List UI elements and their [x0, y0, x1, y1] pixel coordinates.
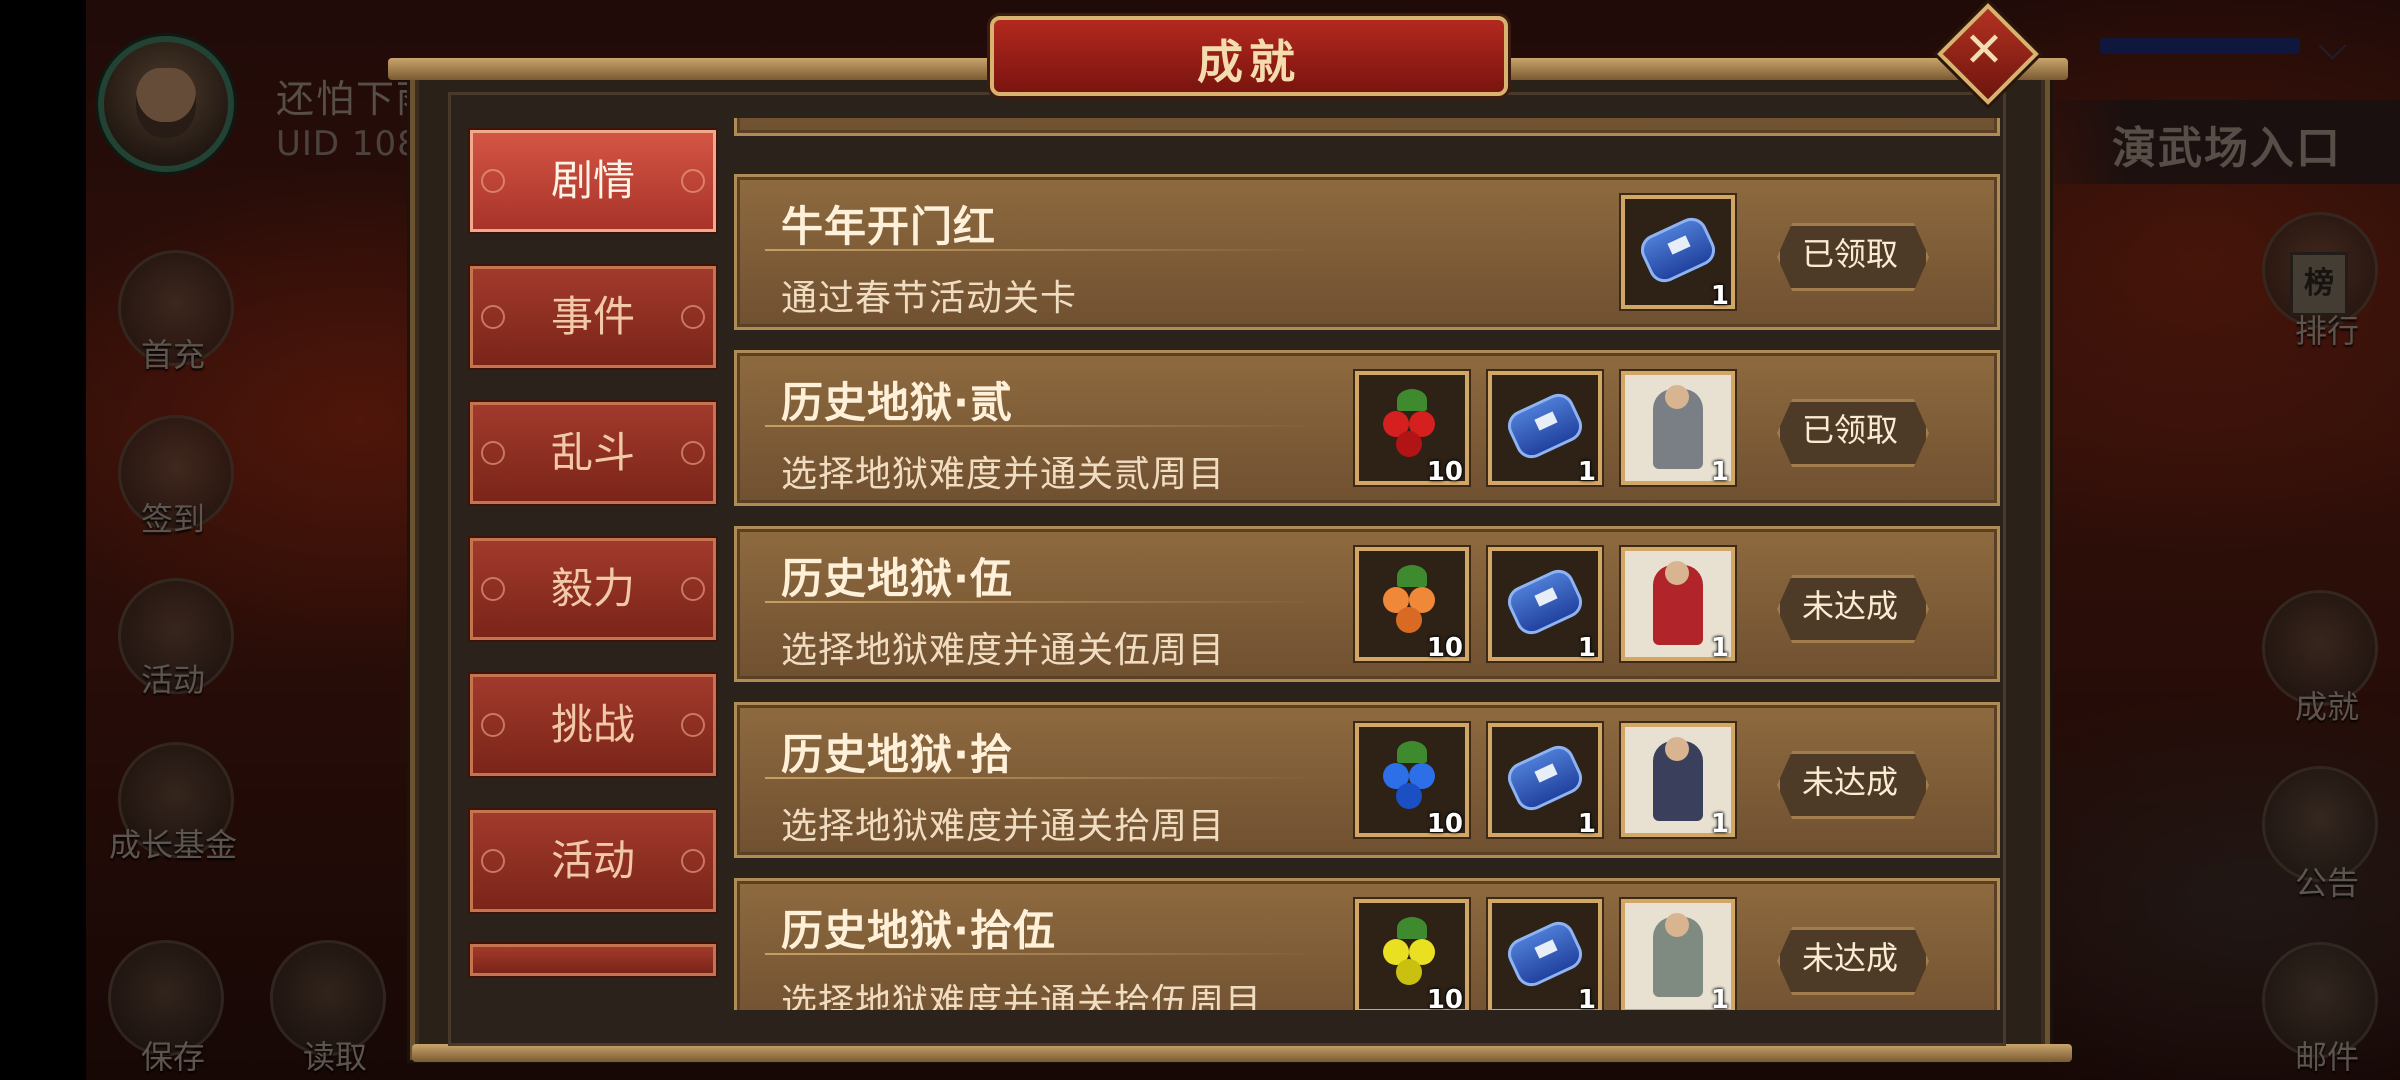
divider: [765, 425, 1325, 427]
modal-title-plaque: 成就: [990, 16, 1508, 96]
tab-label: 乱斗: [550, 428, 635, 477]
achievement-title: 历史地狱·贰: [781, 378, 1013, 427]
list-item: [734, 118, 2000, 136]
status-label: 已领取: [1801, 411, 1898, 449]
modal-title: 成就: [1197, 35, 1301, 89]
tab-label: 事件: [550, 292, 635, 341]
achievement-desc: 选择地狱难度并通关拾周目: [781, 806, 1226, 847]
tab-story[interactable]: 剧情: [470, 130, 716, 232]
tab-activity[interactable]: 活动: [470, 810, 716, 912]
achievement-title: 历史地狱·伍: [781, 554, 1013, 603]
achievement-desc: 选择地狱难度并通关拾伍周目: [781, 982, 1263, 1010]
achievement-title: 历史地狱·拾: [781, 730, 1013, 779]
achievement-desc: 选择地狱难度并通关伍周目: [781, 630, 1226, 671]
tab-label: 剧情: [550, 156, 635, 205]
reward-count: 1: [1710, 281, 1729, 311]
blue-fruit-icon: [1396, 783, 1422, 809]
divider: [765, 777, 1325, 779]
reward-count: 1: [1710, 809, 1729, 839]
reward-count: 1: [1710, 985, 1729, 1010]
achievement-row: 历史地狱·拾 选择地狱难度并通关拾周目 10 1 1 未达成: [734, 702, 2000, 858]
leaf-icon: [1397, 917, 1427, 939]
warrior-head: [1665, 385, 1689, 409]
reward-item[interactable]: 1: [1488, 371, 1602, 487]
reward-count: 10: [1426, 809, 1463, 839]
leaf-icon: [1397, 565, 1427, 587]
reward-item[interactable]: 1: [1488, 723, 1602, 839]
reward-count: 1: [1577, 633, 1596, 663]
tab-ornament-icon: [681, 849, 705, 873]
leaf-icon: [1397, 389, 1427, 411]
tab-perseverance[interactable]: 毅力: [470, 538, 716, 640]
orange-fruit-icon: [1396, 607, 1422, 633]
reward-item[interactable]: 1: [1621, 371, 1735, 487]
reward-item[interactable]: 1: [1488, 547, 1602, 663]
status-label: 已领取: [1801, 235, 1898, 273]
status-label: 未达成: [1801, 763, 1898, 801]
divider: [765, 953, 1325, 955]
reward-count: 1: [1577, 985, 1596, 1010]
achievement-desc: 选择地狱难度并通关贰周目: [781, 454, 1226, 495]
warrior-head: [1665, 561, 1689, 585]
reward-count: 1: [1577, 809, 1596, 839]
tab-label: 活动: [550, 836, 635, 885]
tab-ornament-icon: [681, 577, 705, 601]
achievement-row: 历史地狱·贰 选择地狱难度并通关贰周目 10 1 1 已领取: [734, 350, 2000, 506]
tab-ornament-icon: [681, 441, 705, 465]
tab-label: 挑战: [550, 700, 635, 749]
achievement-desc: 通过春节活动关卡: [781, 278, 1078, 319]
reward-item[interactable]: 1: [1621, 723, 1735, 839]
reward-item[interactable]: 10: [1355, 723, 1469, 839]
reward-item[interactable]: 1: [1488, 899, 1602, 1010]
status-label: 未达成: [1801, 939, 1898, 977]
reward-item[interactable]: 1: [1621, 195, 1735, 311]
status-label: 未达成: [1801, 587, 1898, 625]
reward-item[interactable]: 10: [1355, 899, 1469, 1010]
achievement-title: 牛年开门红: [781, 202, 997, 251]
reward-count: 10: [1426, 985, 1463, 1010]
tab-ornament-icon: [681, 305, 705, 329]
tab-partial[interactable]: [470, 944, 716, 976]
reward-count: 1: [1710, 457, 1729, 487]
divider: [765, 249, 1325, 251]
tab-ornament-icon: [681, 713, 705, 737]
reward-item[interactable]: 10: [1355, 371, 1469, 487]
reward-count: 1: [1577, 457, 1596, 487]
achievement-row: 历史地狱·伍 选择地狱难度并通关伍周目 10 1 1 未达成: [734, 526, 2000, 682]
achievement-row: 牛年开门红 通过春节活动关卡 1 已领取: [734, 174, 2000, 330]
reward-item[interactable]: 1: [1621, 547, 1735, 663]
reward-count: 1: [1710, 633, 1729, 663]
tab-events[interactable]: 事件: [470, 266, 716, 368]
tab-label: 毅力: [550, 564, 635, 613]
modal-bottom-rail: [412, 1044, 2072, 1062]
achievement-list[interactable]: 牛年开门红 通过春节活动关卡 1 已领取 历史地狱·贰 选择地狱难度并通关贰周目…: [730, 118, 2002, 1010]
reward-count: 10: [1426, 457, 1463, 487]
close-icon[interactable]: ✕: [1952, 18, 2016, 82]
divider: [765, 601, 1325, 603]
tab-brawl[interactable]: 乱斗: [470, 402, 716, 504]
yellow-fruit-icon: [1396, 959, 1422, 985]
red-fruit-icon: [1396, 431, 1422, 457]
tab-challenge[interactable]: 挑战: [470, 674, 716, 776]
warrior-head: [1665, 737, 1689, 761]
leaf-icon: [1397, 741, 1427, 763]
reward-count: 10: [1426, 633, 1463, 663]
tab-ornament-icon: [681, 169, 705, 193]
reward-item[interactable]: 1: [1621, 899, 1735, 1010]
achievement-title: 历史地狱·拾伍: [781, 906, 1056, 955]
warrior-head: [1665, 913, 1689, 937]
achievement-row: 历史地狱·拾伍 选择地狱难度并通关拾伍周目 10 1 1 未达成: [734, 878, 2000, 1010]
reward-item[interactable]: 10: [1355, 547, 1469, 663]
